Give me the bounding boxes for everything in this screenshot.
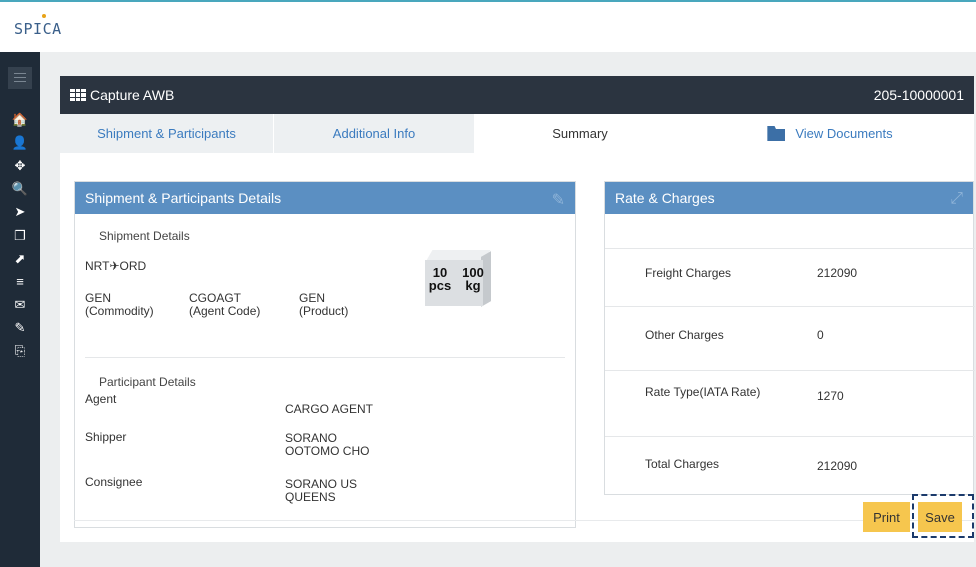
consignee-value-line2: QUEENS bbox=[285, 490, 336, 504]
product-value: GEN bbox=[299, 291, 326, 305]
top-bar: SPICA bbox=[0, 0, 976, 52]
route: NRT✈ORD bbox=[85, 259, 147, 273]
save-button[interactable]: Save bbox=[918, 502, 962, 532]
awb-number: 205-10000001 bbox=[873, 87, 964, 103]
logo-text: SPICA bbox=[14, 20, 62, 38]
weight-unit: kg bbox=[465, 278, 481, 293]
pdf-icon[interactable]: ⎘ bbox=[0, 340, 40, 363]
footer-divider bbox=[74, 520, 974, 521]
rate-type-value: 1270 bbox=[817, 389, 844, 403]
page-title: Capture AWB bbox=[90, 87, 175, 103]
package-box-icon: 10 pcs 100 kg bbox=[419, 248, 493, 308]
tab-bar: Shipment & Participants Additional Info … bbox=[60, 114, 974, 153]
tab-summary[interactable]: Summary bbox=[474, 114, 686, 153]
card-header: Shipment & Participants Details ✎ bbox=[75, 182, 575, 214]
tab-shipment-participants[interactable]: Shipment & Participants bbox=[60, 114, 273, 153]
consignee-label: Consignee bbox=[85, 475, 143, 489]
card-title: Rate & Charges bbox=[615, 190, 715, 206]
menu-toggle-icon[interactable] bbox=[8, 67, 32, 89]
product-label: (Product) bbox=[299, 304, 349, 318]
rate-charges-card: Rate & Charges ⤢ Freight Charges 212090 … bbox=[604, 181, 975, 495]
home-icon[interactable]: 🏠 bbox=[0, 108, 40, 131]
card-title: Shipment & Participants Details bbox=[85, 190, 282, 206]
other-charges-value: 0 bbox=[817, 328, 824, 342]
shipper-value-line1: SORANO bbox=[285, 431, 338, 445]
copy-icon[interactable]: ❐ bbox=[0, 224, 40, 247]
row-divider bbox=[605, 436, 975, 437]
commodity-value: GEN bbox=[85, 291, 112, 305]
sidebar-nav: 🏠 👤 ✥ 🔍 ➤ ❐ ⬈ ≡ ✉ ✎ ⎘ bbox=[0, 108, 40, 363]
participant-details-heading: Participant Details bbox=[99, 375, 196, 389]
edit-icon[interactable]: ✎ bbox=[552, 190, 565, 210]
freight-charges-label: Freight Charges bbox=[645, 266, 732, 280]
folder-icon bbox=[767, 126, 786, 141]
move-icon[interactable]: ✥ bbox=[0, 154, 40, 177]
consignee-value-line1: SORANO US bbox=[285, 477, 358, 491]
expand-icon[interactable]: ⤢ bbox=[950, 190, 963, 208]
rate-type-label: Rate Type(IATA Rate) bbox=[645, 385, 761, 399]
total-charges-label: Total Charges bbox=[645, 457, 720, 471]
card-header: Rate & Charges ⤢ bbox=[605, 182, 973, 214]
total-charges-value: 212090 bbox=[817, 459, 858, 473]
row-divider bbox=[605, 306, 975, 307]
mail-icon[interactable]: ✉ bbox=[0, 294, 40, 317]
freight-charges-value: 212090 bbox=[817, 266, 858, 280]
logo-dot bbox=[42, 14, 46, 18]
commodity-label: (Commodity) bbox=[85, 304, 154, 318]
send-icon[interactable]: ➤ bbox=[0, 201, 40, 224]
panel-header: Capture AWB 205-10000001 bbox=[60, 76, 974, 114]
tab-additional-info[interactable]: Additional Info bbox=[273, 114, 474, 153]
agent-code-value: CGOAGT bbox=[189, 291, 242, 305]
shipper-label: Shipper bbox=[85, 430, 127, 444]
divider bbox=[85, 357, 565, 358]
capture-awb-panel: Capture AWB 205-10000001 Shipment & Part… bbox=[60, 76, 975, 542]
print-button[interactable]: Print bbox=[863, 502, 910, 532]
spica-logo: SPICA bbox=[14, 14, 62, 38]
agent-code-label: (Agent Code) bbox=[189, 304, 261, 318]
external-link-icon[interactable]: ⬈ bbox=[0, 247, 40, 270]
shipper-value-line2: OOTOMO CHO bbox=[285, 444, 370, 458]
agent-label: Agent bbox=[85, 392, 117, 406]
other-charges-label: Other Charges bbox=[645, 328, 724, 342]
shipment-participants-card: Shipment & Participants Details ✎ Shipme… bbox=[74, 181, 576, 528]
row-divider bbox=[605, 248, 975, 249]
shipment-details-heading: Shipment Details bbox=[99, 229, 190, 243]
view-documents-link[interactable]: View Documents bbox=[686, 114, 974, 153]
user-icon[interactable]: 👤 bbox=[0, 131, 40, 154]
pieces-unit: pcs bbox=[428, 278, 452, 293]
row-divider bbox=[605, 370, 975, 371]
agent-value: CARGO AGENT bbox=[285, 402, 374, 416]
view-documents-label: View Documents bbox=[795, 126, 893, 141]
sidebar: 🏠 👤 ✥ 🔍 ➤ ❐ ⬈ ≡ ✉ ✎ ⎘ bbox=[0, 52, 40, 567]
list-icon[interactable]: ≡ bbox=[0, 270, 40, 293]
edit-icon[interactable]: ✎ bbox=[0, 317, 40, 340]
grid-icon bbox=[70, 89, 86, 101]
search-icon[interactable]: 🔍 bbox=[0, 178, 40, 201]
